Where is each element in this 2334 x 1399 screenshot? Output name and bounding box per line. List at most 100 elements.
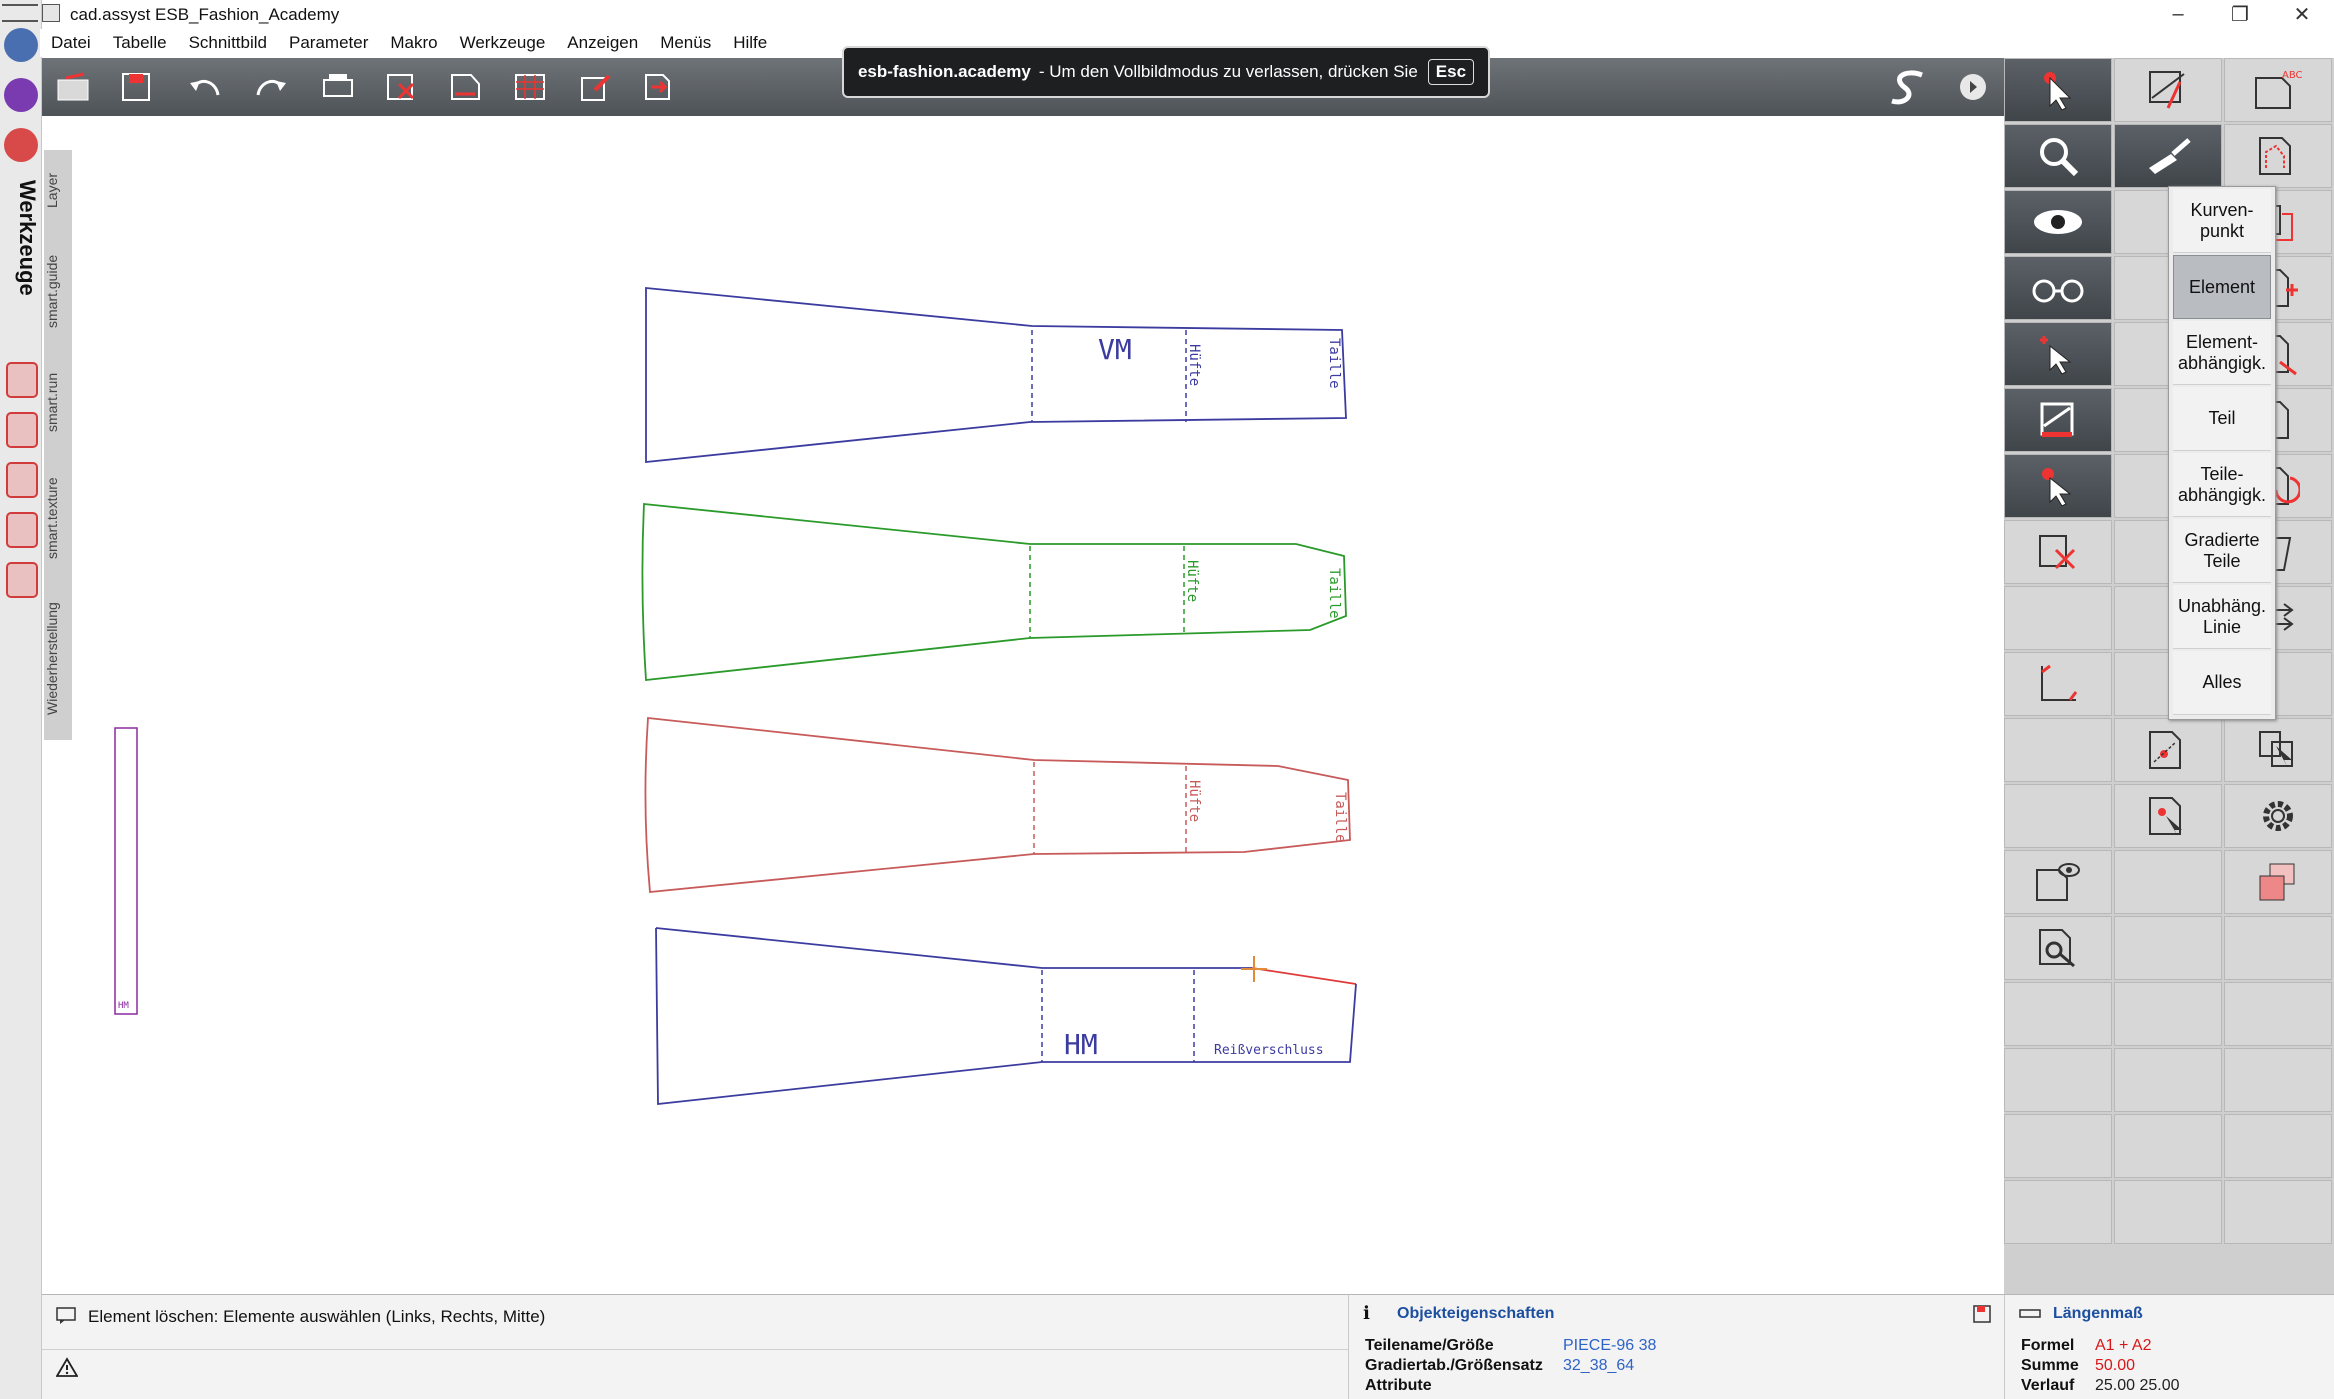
close-button[interactable]: ✕ (2272, 0, 2332, 28)
tab-smart-texture[interactable]: smart.texture (44, 458, 72, 578)
piece-shape-icon[interactable] (2224, 124, 2332, 188)
tool-shortcut-icon[interactable] (6, 512, 38, 548)
drawing-canvas[interactable]: HM VM Hüfte Taille Hüfte Taille Hüfte Ta… (74, 116, 2004, 1294)
menu-schnittbild[interactable]: Schnittbild (178, 29, 278, 57)
zoom-icon[interactable] (2004, 124, 2112, 188)
menu-parameter[interactable]: Parameter (278, 29, 379, 57)
piece-point-icon[interactable] (2114, 718, 2222, 782)
tool-shortcut-icon[interactable] (6, 562, 38, 598)
option-teileabhaengigkeit[interactable]: Teile- abhängigk. (2173, 453, 2271, 517)
piece-edit-icon[interactable] (442, 66, 490, 108)
label-huefte: Hüfte (1186, 780, 1202, 822)
option-gradierte-teile[interactable]: Gradierte Teile (2173, 519, 2271, 583)
pattern-piece-hm[interactable]: HM Reißverschluss (655, 927, 1357, 1106)
pieces-hatch-icon[interactable] (2224, 850, 2332, 914)
option-alles[interactable]: Alles (2173, 651, 2271, 715)
tab-wiederherstellung[interactable]: Wiederherstellung (44, 584, 72, 734)
select-point-icon[interactable] (2004, 322, 2112, 386)
measure-icon[interactable] (2004, 388, 2112, 452)
edit-sheet-icon[interactable] (572, 66, 620, 108)
empty-slot (2004, 1048, 2112, 1112)
label-taille: Taille (1332, 792, 1348, 843)
empty-slot (2004, 1114, 2112, 1178)
redo-icon[interactable] (246, 66, 294, 108)
menu-menues[interactable]: Menüs (649, 29, 722, 57)
fullscreen-banner: esb-fashion.academy - Um den Vollbildmod… (842, 46, 1490, 98)
delete-piece-icon[interactable] (378, 66, 426, 108)
empty-slot (2004, 982, 2112, 1046)
tab-smart-guide[interactable]: smart.guide (44, 236, 72, 346)
piece-cursor-icon[interactable] (2224, 718, 2332, 782)
menu-tabelle[interactable]: Tabelle (102, 29, 178, 57)
option-elementabhaengigkeit[interactable]: Element- abhängigk. (2173, 321, 2271, 385)
label-huefte: Hüfte (1186, 344, 1202, 386)
panel-save-icon[interactable] (1973, 1305, 1991, 1323)
empty-slot (2224, 982, 2332, 1046)
undo-icon[interactable] (182, 66, 230, 108)
menu-datei[interactable]: Datei (40, 29, 102, 57)
glasses-icon[interactable] (2004, 256, 2112, 320)
select-arrow-icon[interactable] (2004, 58, 2112, 122)
menu-makro[interactable]: Makro (379, 29, 448, 57)
tool-shortcut-icon[interactable] (6, 362, 38, 398)
info-icon: ℹ (1363, 1303, 1370, 1323)
option-unabhaengige-linie[interactable]: Unabhäng. Linie (2173, 585, 2271, 649)
tools-icon[interactable] (4, 128, 38, 162)
length-label-formel: Formel (2021, 1337, 2075, 1354)
piece-view-icon[interactable] (2004, 850, 2112, 914)
figure-icon[interactable] (4, 28, 38, 62)
save-icon[interactable] (112, 66, 160, 108)
pattern-piece-green[interactable]: Hüfte Taille (641, 503, 1347, 681)
select-magnet-icon[interactable] (2004, 454, 2112, 518)
expand-arrow-icon[interactable] (1954, 66, 1992, 108)
plot-icon[interactable] (314, 66, 362, 108)
menu-werkzeuge[interactable]: Werkzeuge (449, 29, 557, 57)
pattern-piece-vm[interactable]: VM Hüfte Taille (645, 287, 1347, 463)
option-teil[interactable]: Teil (2173, 387, 2271, 451)
empty-slot (2224, 1180, 2332, 1244)
tool-shortcut-icon[interactable] (6, 412, 38, 448)
properties-title: Objekteigenschaften (1397, 1305, 1555, 1322)
hamburger-icon[interactable] (2, 4, 38, 22)
shirt-icon[interactable] (4, 78, 38, 112)
table-icon[interactable] (506, 66, 554, 108)
eye-icon[interactable] (2004, 190, 2112, 254)
prop-label-gradiertab: Gradiertab./Größensatz (1365, 1357, 1543, 1374)
window-title: cad.assyst ESB_Fashion_Academy (70, 5, 340, 24)
side-piece[interactable]: HM (114, 727, 138, 1015)
side-piece-label: HM (118, 1001, 129, 1011)
prop-value-teilename: PIECE-96 38 (1563, 1337, 1657, 1354)
length-value-formel: A1 + A2 (2095, 1337, 2152, 1354)
label-piece-icon[interactable]: ABC (2224, 58, 2332, 122)
export-icon[interactable] (636, 66, 684, 108)
open-file-icon[interactable] (50, 66, 98, 108)
draw-line-icon[interactable] (2114, 58, 2222, 122)
delete-element-icon[interactable] (2004, 520, 2112, 584)
piece-select-icon[interactable] (2114, 784, 2222, 848)
piece-settings-icon[interactable] (2004, 916, 2112, 980)
minimize-button[interactable]: – (2148, 0, 2208, 28)
tab-layer[interactable]: Layer (44, 150, 72, 230)
tab-smart-run[interactable]: smart.run (44, 352, 72, 452)
warning-icon (56, 1357, 78, 1377)
empty-slot (2004, 718, 2112, 782)
restore-button[interactable]: ❐ (2210, 0, 2270, 28)
title-bar: cad.assyst ESB_Fashion_Academy – ❐ ✕ (0, 0, 2334, 28)
menu-anzeigen[interactable]: Anzeigen (556, 29, 649, 57)
tool-shortcut-icon[interactable] (6, 462, 38, 498)
menu-hilfe[interactable]: Hilfe (722, 29, 778, 57)
banner-site: esb-fashion.academy (857, 62, 1031, 81)
status-bar: Element löschen: Elemente auswählen (Lin… (42, 1294, 1348, 1399)
empty-slot (2114, 1114, 2222, 1178)
brush-tool-icon[interactable] (2114, 124, 2222, 188)
ruler-icon (2019, 1309, 2041, 1318)
app-icon (42, 4, 60, 22)
pattern-drawing[interactable]: HM VM Hüfte Taille Hüfte Taille Hüfte Ta… (74, 116, 2004, 1294)
option-element[interactable]: Element (2173, 255, 2271, 319)
gear-icon[interactable] (2224, 784, 2332, 848)
pattern-piece-red[interactable]: Hüfte Taille (644, 717, 1351, 893)
werkzeuge-label: Werkzeuge (15, 180, 40, 296)
corner-icon[interactable] (2004, 652, 2112, 716)
option-kurvenpunkt[interactable]: Kurven- punkt (2173, 189, 2271, 253)
lengths-title: Längenmaß (2053, 1305, 2143, 1322)
